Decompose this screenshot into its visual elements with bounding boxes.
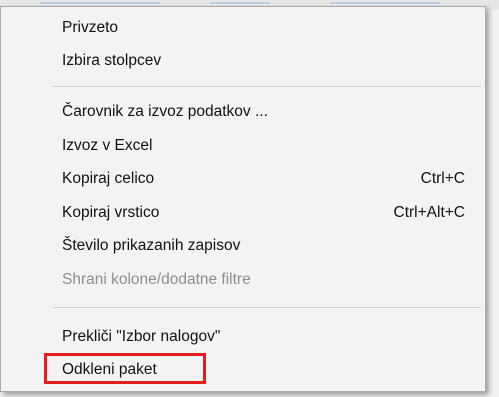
- menu-item-izbira-stolpcev[interactable]: Izbira stolpcev: [1, 44, 485, 77]
- context-menu: Privzeto Izbira stolpcev Čarovnik za izv…: [0, 6, 486, 392]
- menu-item-label: Shrani kolone/dodatne filtre: [62, 271, 251, 288]
- menu-item-shortcut: Ctrl+C: [420, 170, 465, 187]
- menu-item-shortcut: Ctrl+Alt+C: [393, 204, 466, 221]
- annotation-highlight-box: [44, 353, 206, 384]
- menu-separator: [53, 86, 481, 87]
- menu-item-stevilo-zapisov[interactable]: Število prikazanih zapisov: [1, 229, 485, 262]
- menu-item-izvoz-excel[interactable]: Izvoz v Excel: [1, 129, 485, 162]
- menu-item-kopiraj-celico[interactable]: Kopiraj celico Ctrl+C: [1, 162, 485, 195]
- screen: Privzeto Izbira stolpcev Čarovnik za izv…: [0, 0, 499, 397]
- menu-item-kopiraj-vrstico[interactable]: Kopiraj vrstico Ctrl+Alt+C: [1, 196, 485, 229]
- menu-item-privzeto[interactable]: Privzeto: [1, 11, 485, 44]
- menu-item-label: Kopiraj celico: [62, 170, 155, 187]
- menu-item-label: Število prikazanih zapisov: [62, 237, 241, 254]
- menu-item-label: Kopiraj vrstico: [62, 204, 160, 221]
- menu-item-label: Privzeto: [62, 19, 118, 36]
- menu-item-label: Prekliči "Izbor nalogov": [62, 328, 221, 345]
- menu-item-label: Izbira stolpcev: [62, 52, 162, 69]
- menu-item-label: Čarovnik za izvoz podatkov ...: [62, 103, 268, 120]
- menu-item-label: Izvoz v Excel: [62, 137, 153, 154]
- menu-item-carovnik-izvoz[interactable]: Čarovnik za izvoz podatkov ...: [1, 95, 485, 128]
- menu-item-shrani-kolone: Shrani kolone/dodatne filtre: [1, 263, 485, 296]
- menu-item-preklici-izbor[interactable]: Prekliči "Izbor nalogov": [1, 320, 485, 353]
- menu-separator: [53, 307, 481, 308]
